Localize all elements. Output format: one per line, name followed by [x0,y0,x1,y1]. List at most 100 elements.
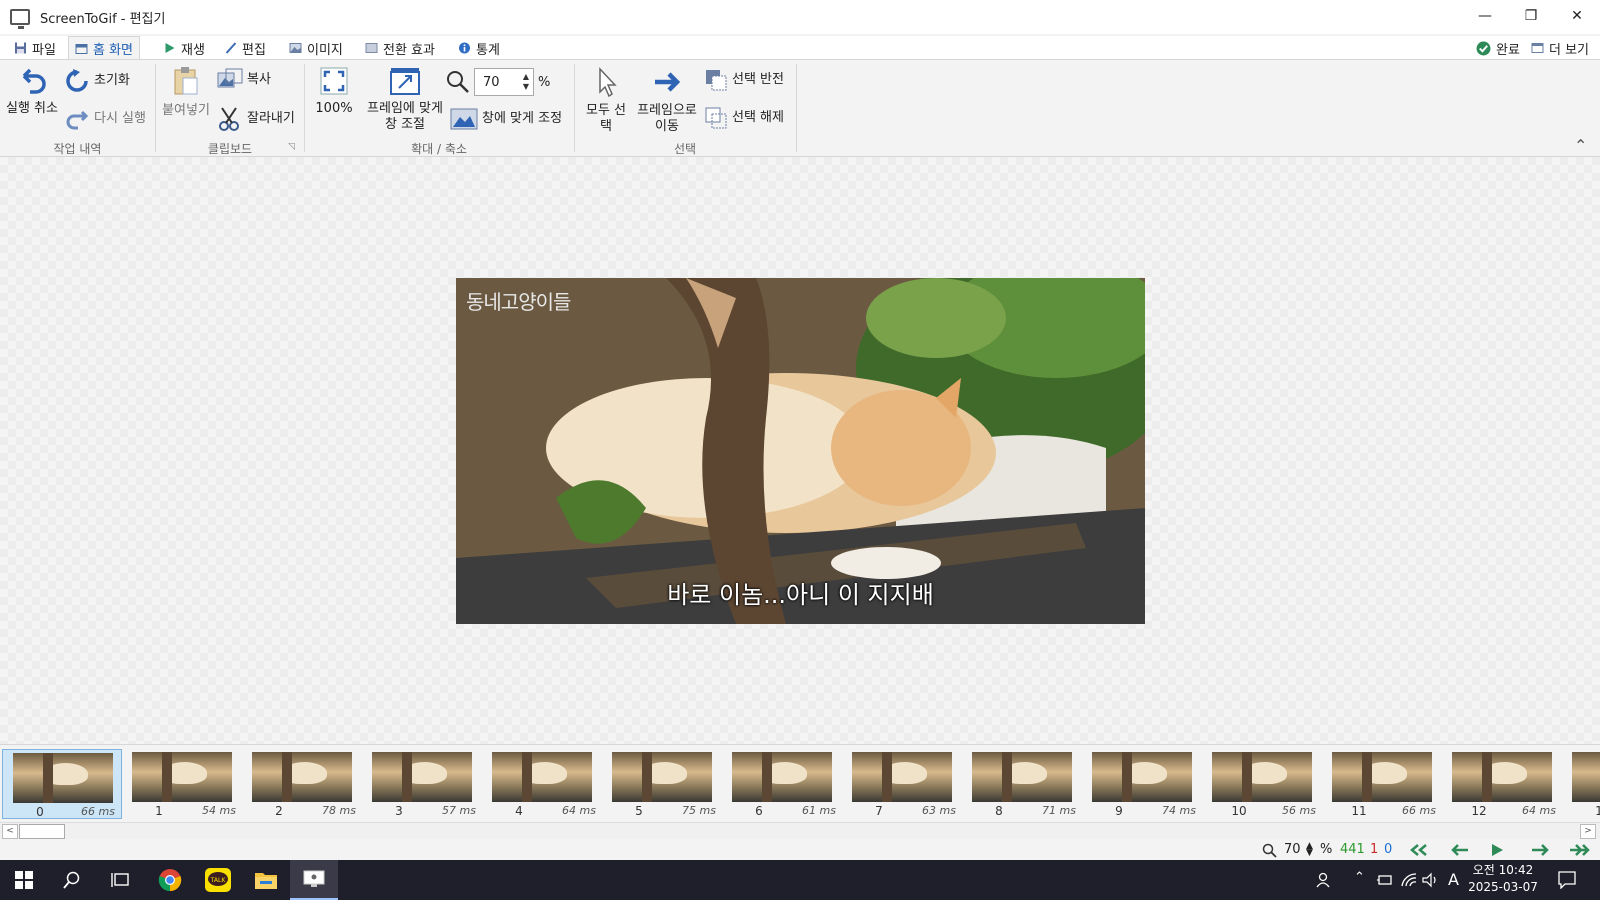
first-frame-icon[interactable] [1408,843,1430,857]
scroll-left-icon[interactable]: < [2,824,18,839]
status-zoom-value[interactable]: 70 [1284,842,1301,857]
select-all-button[interactable]: 모두 선택 [584,66,628,135]
more-button[interactable]: 더 보기 [1525,36,1595,60]
frame-strip-scrollbar[interactable]: < > [0,822,1600,839]
zoom-100-button[interactable]: 100% [314,66,354,117]
frame-thumbnail[interactable]: 0 66 ms [2,749,122,819]
copy-label: 복사 [247,72,271,87]
copy-button[interactable]: 복사 [217,68,271,92]
taskbar-chrome[interactable] [146,860,194,900]
play-preview-icon[interactable] [1490,843,1504,857]
screentogif-taskbar-icon [303,870,325,887]
frame-thumbnail[interactable]: 12 64 ms [1442,749,1562,819]
fit-window-button[interactable]: 창에 맞게 조정 [450,108,562,130]
title-bar: ScreenToGif - 편집기 — ❐ ✕ [0,0,1600,34]
start-button[interactable] [0,860,48,900]
notifications-icon[interactable] [1558,871,1576,889]
frame-thumbnail-image [252,752,352,802]
watermark-text: 동네고양이들 [466,290,571,314]
scroll-right-icon[interactable]: > [1580,824,1596,839]
tab-edit[interactable]: 편집 [218,36,272,60]
previous-frame-icon[interactable] [1450,843,1470,857]
deselect-label: 선택 해제 [732,110,784,125]
fit-frame-button[interactable]: 프레임에 맞게 창 조절 [360,66,450,133]
minimize-button[interactable]: — [1462,0,1508,32]
network-device-icon[interactable] [1376,872,1394,888]
tab-transitions[interactable]: 전환 효과 [359,36,441,60]
close-button[interactable]: ✕ [1554,0,1600,32]
paste-icon [174,67,198,95]
frame-duration: 64 ms [562,804,596,817]
tab-file[interactable]: 파일 [8,36,62,60]
tab-play[interactable]: 재생 [157,36,211,60]
frame-thumbnail[interactable]: 9 74 ms [1082,749,1202,819]
frame-thumbnail-image [852,752,952,802]
go-to-frame-button[interactable]: 프레임으로 이동 [632,66,702,135]
reset-button[interactable]: 초기화 [64,68,130,94]
taskbar-file-explorer[interactable] [242,860,290,900]
cut-button[interactable]: 잘라내기 [217,106,295,132]
tab-home[interactable]: 홈 화면 [68,36,141,60]
frame-duration: 66 ms [1402,804,1436,817]
frame-duration: 66 ms [81,805,115,818]
taskbar-screentogif[interactable] [290,860,338,900]
zoom-value: 70 [483,74,500,90]
people-icon[interactable] [1316,872,1334,888]
redo-button[interactable]: 다시 실행 [64,106,146,132]
next-frame-icon[interactable] [1530,843,1550,857]
restore-button[interactable]: ❐ [1508,0,1554,32]
frame-thumbnail-image [612,752,712,802]
pencil-icon [225,42,237,54]
show-hidden-icons-icon[interactable]: ⌃ [1354,870,1365,885]
frame-thumbnail[interactable]: 8 71 ms [962,749,1082,819]
expand-icon [320,67,348,95]
svg-text:TALK: TALK [210,877,227,884]
cat-photo [456,278,1145,624]
clipboard-group-label: 클립보드 [207,142,253,156]
frame-thumbnail-image [1332,752,1432,802]
taskbar-kakaotalk[interactable]: TALK [194,860,242,900]
zoom-input[interactable]: 70 ▲ ▼ [474,68,534,96]
tab-edit-label: 편집 [242,42,266,58]
task-view-button[interactable] [96,860,144,900]
frame-thumbnail[interactable]: 6 61 ms [722,749,842,819]
frame-strip: 0 66 ms 1 54 ms 2 78 ms 3 57 ms 4 64 ms 5 75 ms 6 61 … [0,744,1600,822]
current-frame-index: 0 [1384,842,1393,857]
deselect-button[interactable]: 선택 해제 [704,106,784,130]
frame-thumbnail-image [132,752,232,802]
clock-date: 2025-03-07 [1468,880,1538,894]
frame-thumbnail[interactable]: 1 [1562,749,1600,819]
frame-number: 12 [1471,804,1487,818]
invert-selection-button[interactable]: 선택 반전 [704,68,784,92]
dialog-launcher-icon[interactable]: ◹ [288,142,295,152]
ribbon: 실행 취소 초기화 다시 실행 작업 내역 붙여넣기 복사 잘라내기 클립보드 … [0,59,1600,157]
status-zoom-stepper[interactable]: ▲ ▼ [1306,842,1313,858]
last-frame-icon[interactable] [1568,843,1594,857]
frame-preview[interactable]: 동네고양이들 바로 이놈...아니 이 지지배 [456,278,1145,624]
paste-button[interactable]: 붙여넣기 [159,66,213,119]
zoom-stepper[interactable]: ▲ ▼ [523,72,529,92]
frame-thumbnail[interactable]: 10 56 ms [1202,749,1322,819]
frame-thumbnail[interactable]: 7 63 ms [842,749,962,819]
input-method-indicator[interactable]: A [1448,870,1459,889]
paste-label: 붙여넣기 [162,103,210,118]
tab-statistics[interactable]: 통계 [452,36,506,60]
frame-thumbnail[interactable]: 4 64 ms [482,749,602,819]
frame-thumbnail[interactable]: 3 57 ms [362,749,482,819]
frame-number: 10 [1231,804,1247,818]
done-button[interactable]: 완료 [1470,36,1526,60]
scrollbar-thumb[interactable] [19,824,65,839]
undo-button[interactable]: 실행 취소 [2,64,62,117]
tab-image[interactable]: 이미지 [283,36,349,60]
frame-thumbnail[interactable]: 1 54 ms [122,749,242,819]
frame-thumbnail[interactable]: 2 78 ms [242,749,362,819]
volume-icon[interactable] [1422,872,1440,888]
collapse-ribbon-icon[interactable]: ⌃ [1574,136,1587,155]
frame-thumbnail[interactable]: 5 75 ms [602,749,722,819]
chrome-icon [158,869,182,892]
frame-thumbnail[interactable]: 11 66 ms [1322,749,1442,819]
search-button[interactable] [48,860,96,900]
taskbar-clock[interactable]: 오전 10:42 2025-03-07 [1468,862,1538,896]
subtitle-text: 바로 이놈...아니 이 지지배 [667,581,934,609]
wifi-icon[interactable] [1400,872,1418,888]
